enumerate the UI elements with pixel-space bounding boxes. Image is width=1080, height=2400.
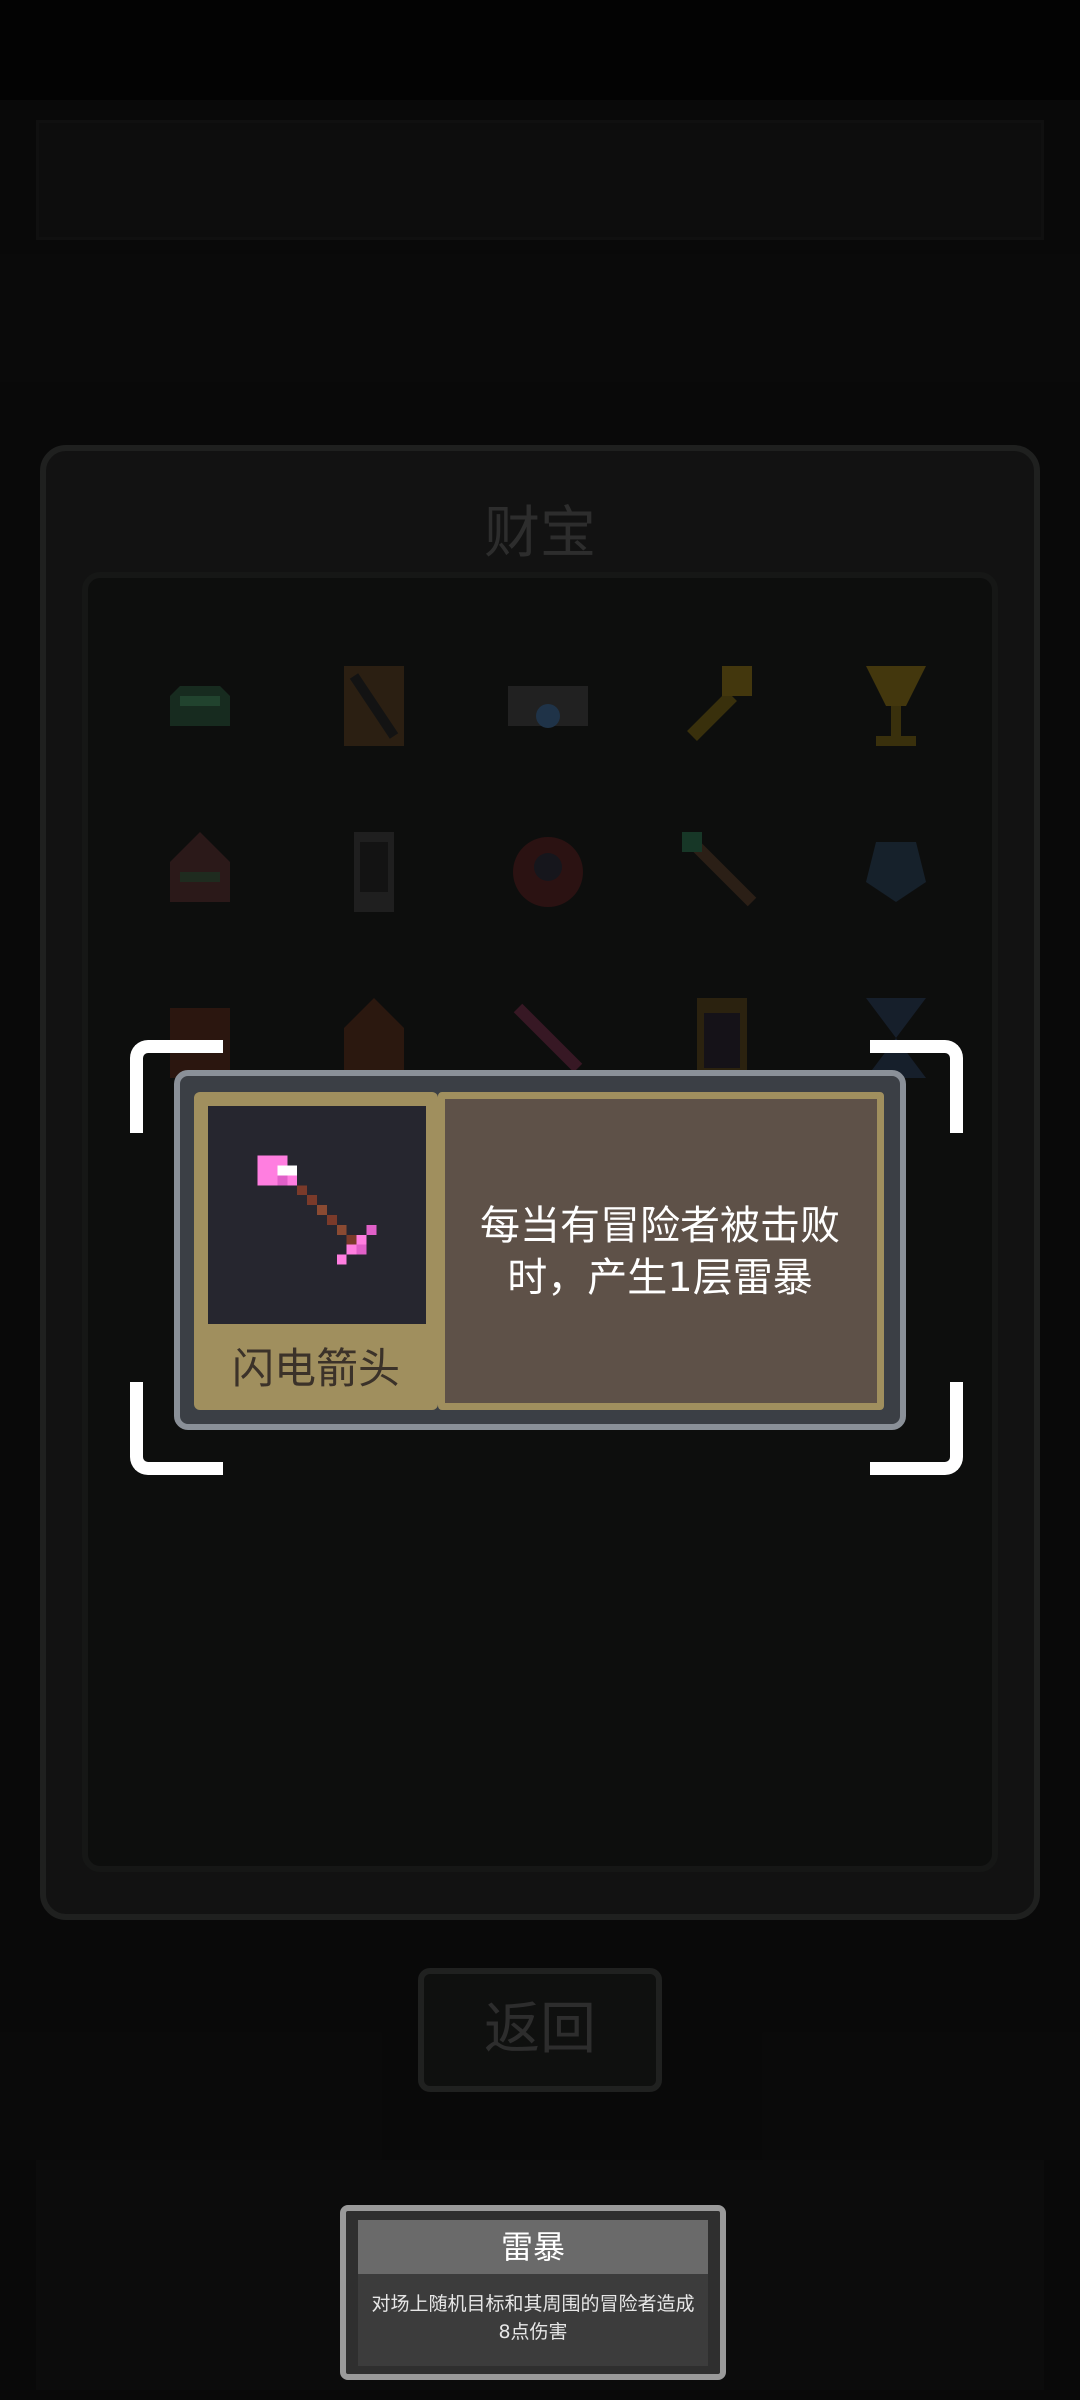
lightning-arrow-icon bbox=[257, 1155, 377, 1265]
tooltip-description: 对场上随机目标和其周围的冒险者造成8点伤害 bbox=[371, 2293, 695, 2343]
item-name: 闪电箭头 bbox=[231, 1344, 400, 1393]
item-description: 每当有冒险者被击败时，产生1层雷暴 bbox=[480, 1203, 840, 1301]
tooltip-title: 雷暴 bbox=[500, 2228, 565, 2266]
item-icon-box bbox=[208, 1106, 426, 1324]
